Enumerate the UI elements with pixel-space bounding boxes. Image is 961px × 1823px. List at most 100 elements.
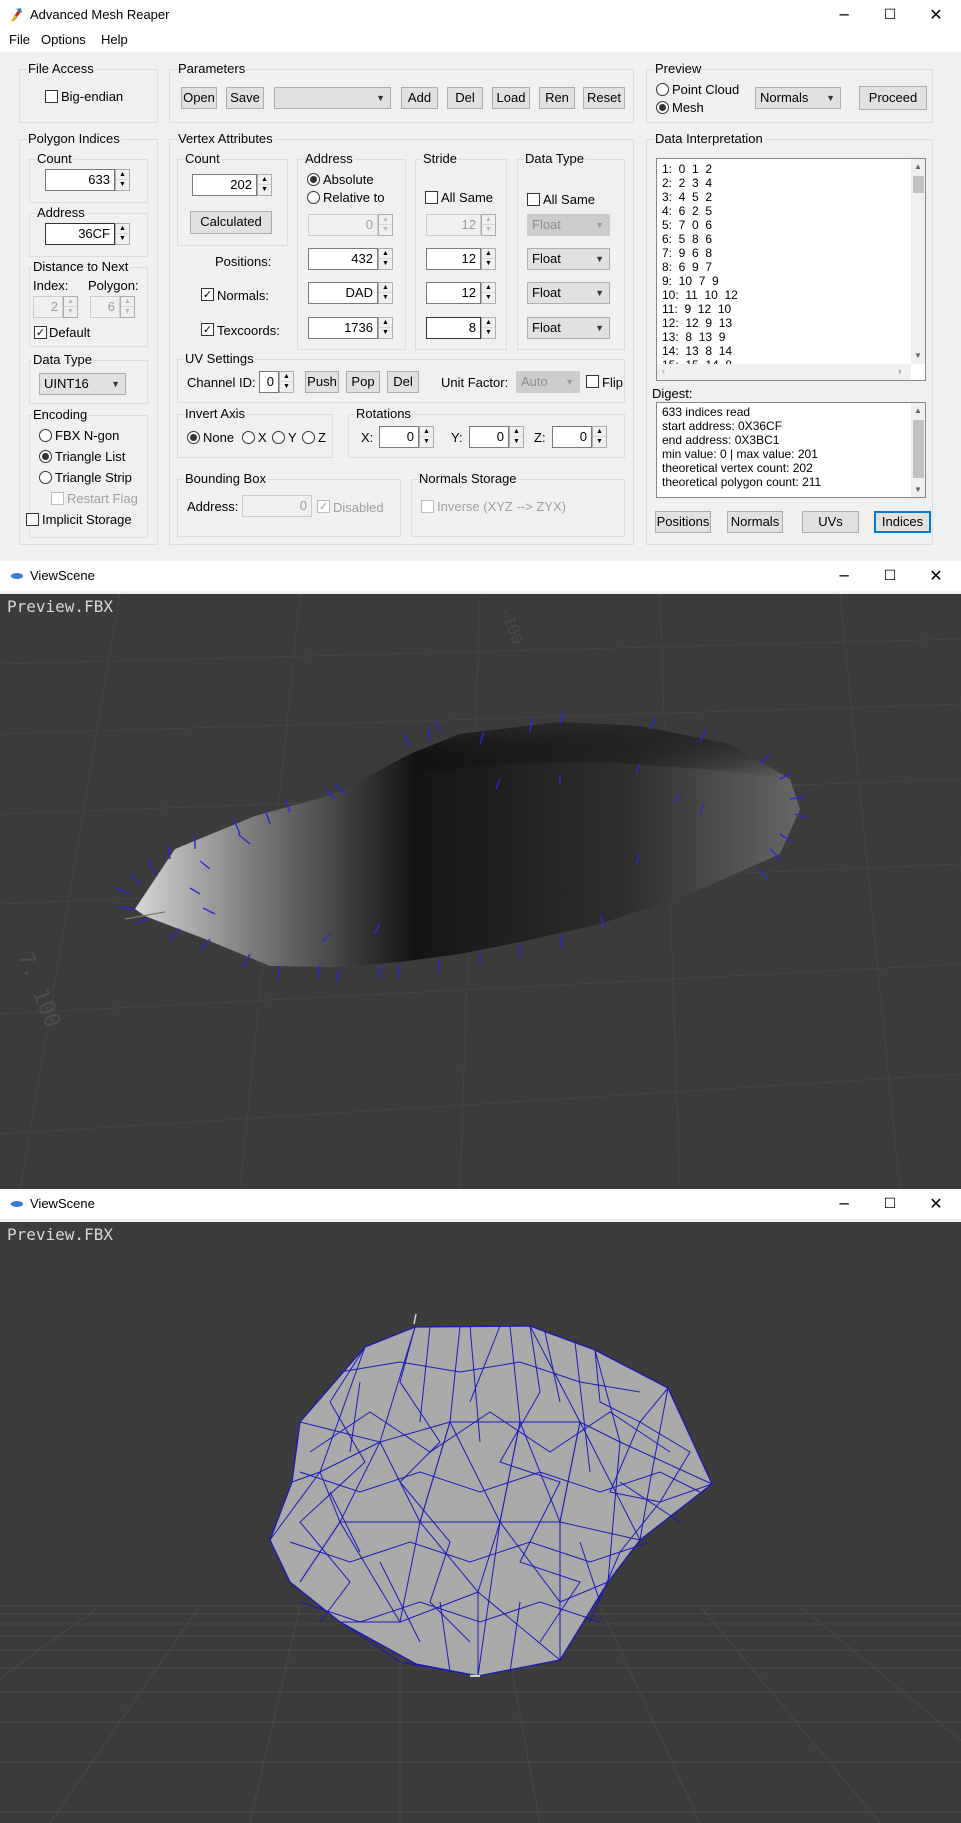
point-cloud-radio[interactable]: [656, 83, 669, 96]
ren-button[interactable]: Ren: [539, 87, 575, 109]
indices-view-button[interactable]: Indices: [874, 511, 931, 533]
relative-address-input[interactable]: 0: [308, 214, 378, 236]
texcoords-address-input[interactable]: 1736: [308, 317, 378, 339]
maximize-icon[interactable]: ☐: [867, 563, 913, 589]
invert-x-radio[interactable]: [242, 431, 255, 444]
polygon-distance-input[interactable]: 6: [90, 296, 120, 318]
absolute-radio[interactable]: [307, 173, 320, 186]
proceed-button[interactable]: Proceed: [859, 86, 927, 110]
positions-address-spinner[interactable]: ▲ ▼: [378, 248, 393, 270]
pop-button[interactable]: Pop: [346, 371, 380, 393]
bbox-address-input[interactable]: 0: [242, 495, 312, 517]
rotation-y-spinner[interactable]: ▲ ▼: [509, 426, 524, 448]
index-address-input[interactable]: 36CF: [45, 223, 115, 245]
save-button[interactable]: Save: [226, 87, 264, 109]
invert-none-radio[interactable]: [187, 431, 200, 444]
triangle-strip-radio[interactable]: [39, 471, 52, 484]
texcoords-data-type-select[interactable]: Float ▼: [527, 317, 610, 339]
preview-display-select[interactable]: Normals ▼: [755, 87, 841, 109]
close-icon[interactable]: ✕: [913, 1191, 959, 1217]
rotation-z-input[interactable]: 0: [552, 426, 592, 448]
invert-z-radio[interactable]: [302, 431, 315, 444]
add-button[interactable]: Add: [401, 87, 438, 109]
scroll-left-icon[interactable]: ‹: [662, 366, 665, 377]
big-endian-checkbox[interactable]: [45, 90, 58, 103]
index-list-item[interactable]: 4: 6 2 5: [662, 204, 712, 218]
relative-address-spinner[interactable]: ▲ ▼: [378, 214, 393, 236]
viewport-wireframe[interactable]: Preview.FBX: [0, 1222, 961, 1823]
index-list-item[interactable]: 2: 2 3 4: [662, 176, 712, 190]
horizontal-scrollbar[interactable]: ‹ ›: [657, 364, 911, 380]
scroll-thumb[interactable]: [913, 176, 924, 193]
index-list-item[interactable]: 12: 12 9 13: [662, 316, 732, 330]
index-data-type-select[interactable]: UINT16 ▼: [39, 373, 126, 395]
positions-view-button[interactable]: Positions: [655, 511, 711, 533]
minimize-icon[interactable]: ─: [821, 563, 867, 589]
menu-options[interactable]: Options: [41, 32, 86, 47]
positions-stride-spinner[interactable]: ▲ ▼: [481, 248, 496, 270]
texcoords-address-spinner[interactable]: ▲ ▼: [378, 317, 393, 339]
minimize-icon[interactable]: ─: [821, 2, 867, 28]
load-button[interactable]: Load: [492, 87, 530, 109]
scroll-right-icon[interactable]: ›: [898, 366, 901, 377]
data-type-all-same-checkbox[interactable]: [527, 193, 540, 206]
close-icon[interactable]: ✕: [913, 563, 959, 589]
index-list-item[interactable]: 7: 9 6 8: [662, 246, 712, 260]
index-distance-input[interactable]: 2: [33, 296, 63, 318]
calculated-button[interactable]: Calculated: [190, 211, 272, 234]
index-count-spinner[interactable]: ▲ ▼: [115, 169, 130, 191]
minimize-icon[interactable]: ─: [821, 1191, 867, 1217]
maximize-icon[interactable]: ☐: [867, 1191, 913, 1217]
normals-stride-input[interactable]: 12: [426, 282, 481, 304]
rotation-y-input[interactable]: 0: [469, 426, 509, 448]
rotation-z-spinner[interactable]: ▲ ▼: [592, 426, 607, 448]
scroll-down-icon[interactable]: ▼: [914, 351, 922, 360]
implicit-storage-checkbox[interactable]: [26, 513, 39, 526]
index-list-item[interactable]: 5: 7 0 6: [662, 218, 712, 232]
index-list-item[interactable]: 9: 10 7 9: [662, 274, 719, 288]
vertex-count-spinner[interactable]: ▲ ▼: [257, 174, 272, 196]
index-list-item[interactable]: 6: 5 8 6: [662, 232, 712, 246]
maximize-icon[interactable]: ☐: [867, 2, 913, 28]
flip-checkbox[interactable]: [586, 375, 599, 388]
normals-view-button[interactable]: Normals: [727, 511, 783, 533]
del-button[interactable]: Del: [447, 87, 483, 109]
invert-y-radio[interactable]: [272, 431, 285, 444]
uvs-view-button[interactable]: UVs: [802, 511, 859, 533]
menu-file[interactable]: File: [9, 32, 30, 47]
channel-id-input[interactable]: 0: [259, 371, 279, 393]
restart-flag-checkbox[interactable]: [51, 492, 64, 505]
index-address-spinner[interactable]: ▲ ▼: [115, 223, 130, 245]
index-list[interactable]: 1: 0 1 2 2: 2 3 4 3: 4 5 2 4: 6 2 5 5: 7 0 6…: [656, 158, 926, 381]
index-list-item[interactable]: 14: 13 8 14: [662, 344, 732, 358]
positions-data-type-select[interactable]: Float ▼: [527, 248, 610, 270]
vertex-count-input[interactable]: 202: [192, 174, 257, 196]
stride-all-same-checkbox[interactable]: [425, 191, 438, 204]
channel-id-spinner[interactable]: ▲ ▼: [279, 371, 294, 393]
normals-address-spinner[interactable]: ▲ ▼: [378, 282, 393, 304]
index-list-item[interactable]: 1: 0 1 2: [662, 162, 712, 176]
normals-address-input[interactable]: DAD: [308, 282, 378, 304]
normals-data-type-select[interactable]: Float ▼: [527, 282, 610, 304]
close-icon[interactable]: ✕: [913, 2, 959, 28]
scroll-up-icon[interactable]: ▲: [914, 406, 922, 415]
viewport-shaded[interactable]: 7. 100 -100 Preview.FBX: [0, 594, 961, 1189]
uv-del-button[interactable]: Del: [387, 371, 419, 393]
mesh-radio[interactable]: [656, 101, 669, 114]
polygon-distance-spinner[interactable]: ▲ ▼: [120, 296, 135, 318]
unit-factor-select[interactable]: Auto ▼: [516, 371, 580, 393]
normals-stride-spinner[interactable]: ▲ ▼: [481, 282, 496, 304]
index-distance-spinner[interactable]: ▲ ▼: [63, 296, 78, 318]
normals-checkbox[interactable]: ✓: [201, 288, 214, 301]
index-list-item[interactable]: 13: 8 13 9: [662, 330, 725, 344]
push-button[interactable]: Push: [305, 371, 339, 393]
texcoords-stride-input[interactable]: 8: [426, 317, 481, 339]
parameter-set-select[interactable]: ▼: [274, 87, 391, 109]
fbx-ngon-radio[interactable]: [39, 429, 52, 442]
relative-radio[interactable]: [307, 191, 320, 204]
stride-all-spinner[interactable]: ▲ ▼: [481, 214, 496, 236]
rotation-x-spinner[interactable]: ▲ ▼: [419, 426, 434, 448]
scroll-down-icon[interactable]: ▼: [914, 485, 922, 494]
open-button[interactable]: Open: [181, 87, 217, 109]
stride-all-input[interactable]: 12: [426, 214, 481, 236]
